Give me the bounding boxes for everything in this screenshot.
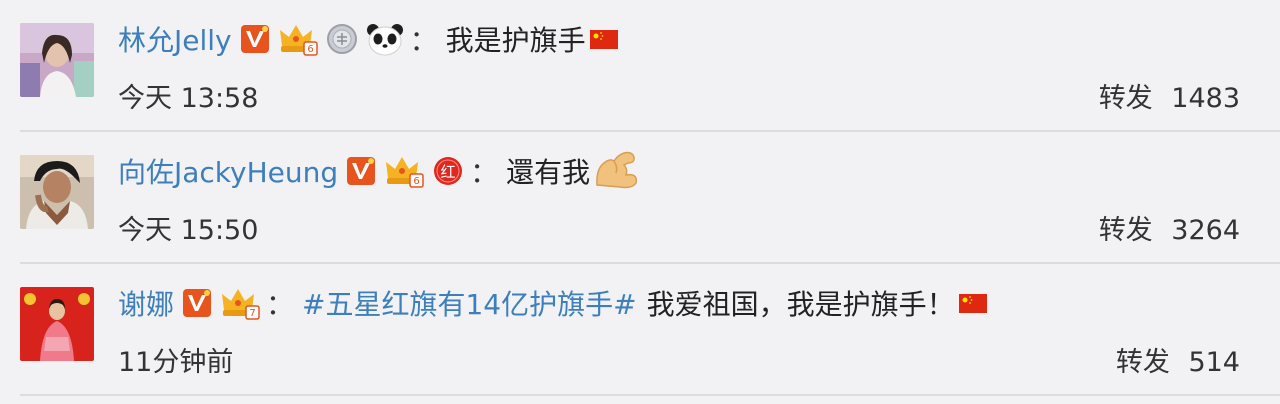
avatar[interactable] (20, 287, 94, 361)
colon: ： (266, 288, 295, 321)
topic-hashtag-link[interactable]: #五星红旗有14亿护旗手# (302, 283, 637, 323)
username-link[interactable]: 林允Jelly (118, 19, 232, 59)
colon: ： (470, 156, 499, 189)
crown-badge-icon[interactable]: 6 (384, 154, 424, 188)
crown-badge-icon[interactable]: 7 (220, 286, 260, 320)
red-badge-icon[interactable]: 红 (432, 155, 464, 187)
repost-count: 514 (1188, 347, 1240, 378)
comment-text: 我爱祖国，我是护旗手！ (646, 288, 955, 321)
verified-v-icon[interactable] (182, 288, 212, 318)
comment-line: 林允Jelly 6 ： 我是护旗手 (118, 14, 618, 64)
repost-label: 转发 (1098, 83, 1153, 114)
repost-label: 转发 (1098, 215, 1153, 246)
comment-item[interactable]: 谢娜 7 ： #五星红旗有14亿护旗手# 我爱祖国，我是护旗手！ 11分钟前 转… (0, 264, 1280, 394)
username-link[interactable]: 向佐JackyHeung (118, 151, 338, 191)
avatar[interactable] (20, 23, 94, 97)
repost-count: 3264 (1171, 215, 1240, 246)
china-flag-icon (958, 287, 987, 320)
panda-icon[interactable] (366, 22, 404, 56)
svg-text:6: 6 (307, 44, 313, 55)
comment-line: 谢娜 7 ： #五星红旗有14亿护旗手# 我爱祖国，我是护旗手！ (118, 278, 987, 328)
red-badge-text: 红 (441, 163, 456, 181)
repost-label: 转发 (1115, 347, 1170, 378)
repost-button[interactable]: 转发 3264 (1099, 208, 1240, 247)
silver-medal-icon[interactable] (326, 23, 358, 55)
divider (20, 394, 1280, 396)
timestamp: 11分钟前 (118, 347, 234, 378)
repost-button[interactable]: 转发 1483 (1099, 76, 1240, 115)
china-flag-icon (589, 23, 618, 56)
comment-line: 向佐JackyHeung 6 红 ： 還有我 (118, 146, 640, 196)
verified-v-icon[interactable] (346, 156, 376, 186)
svg-text:7: 7 (249, 308, 255, 319)
flexed-biceps-icon (594, 147, 640, 196)
crown-badge-icon[interactable]: 6 (278, 22, 318, 56)
comment-text: 還有我 (506, 156, 591, 189)
avatar[interactable] (20, 155, 94, 229)
repost-count: 1483 (1171, 83, 1240, 114)
comment-item[interactable]: 林允Jelly 6 ： 我是护旗手 今天 13:58 转发 1483 (0, 0, 1280, 130)
repost-button[interactable]: 转发 514 (1116, 340, 1240, 379)
comment-item[interactable]: 向佐JackyHeung 6 红 ： 還有我 今天 15:50 转发 3264 (0, 132, 1280, 262)
svg-text:6: 6 (413, 176, 419, 187)
timestamp: 今天 13:58 (118, 83, 259, 114)
comment-text: 我是护旗手 (445, 24, 586, 57)
verified-v-icon[interactable] (240, 24, 270, 54)
username-link[interactable]: 谢娜 (118, 283, 174, 323)
colon: ： (409, 24, 438, 57)
timestamp: 今天 15:50 (118, 215, 259, 246)
comment-list: 林允Jelly 6 ： 我是护旗手 今天 13:58 转发 1483 向佐Jac… (0, 0, 1280, 404)
